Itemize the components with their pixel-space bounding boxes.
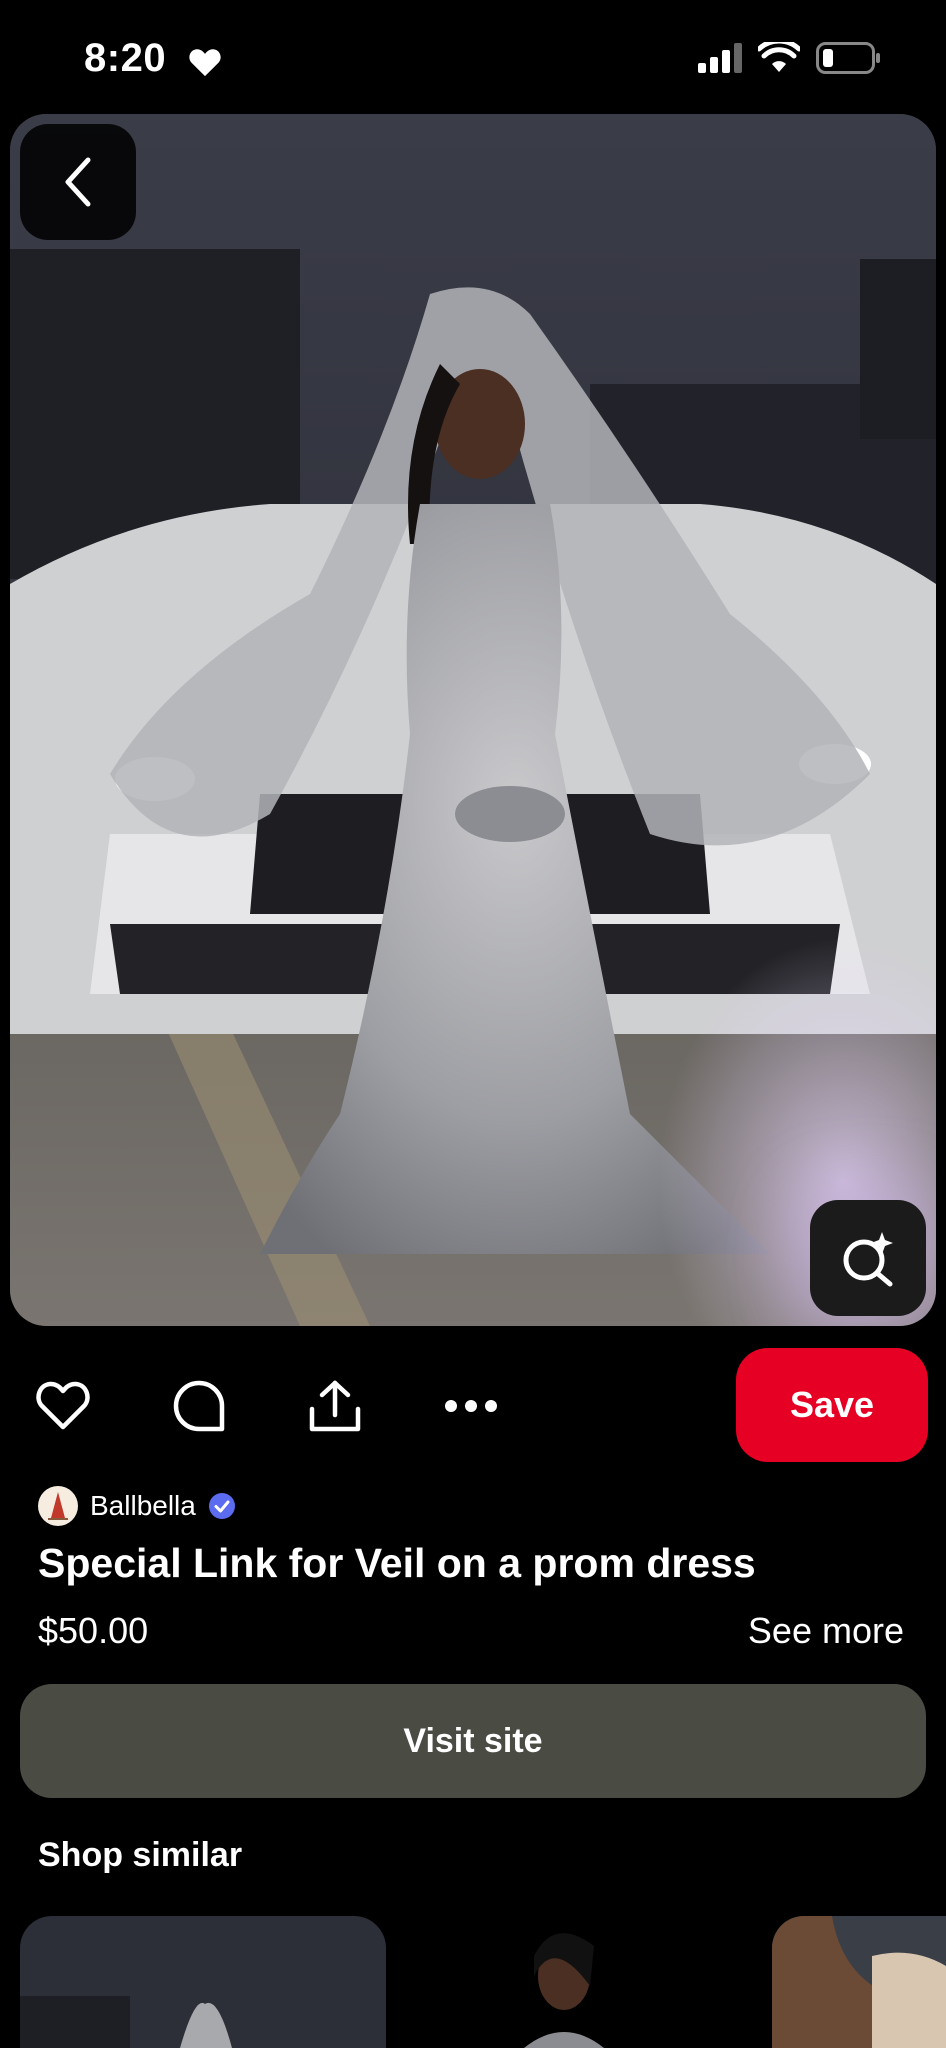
product-thumbnail bbox=[20, 1916, 386, 2048]
comment-bubble-icon bbox=[173, 1380, 225, 1432]
visual-search-button[interactable] bbox=[810, 1200, 926, 1316]
creator-row[interactable]: Ballbella bbox=[38, 1484, 236, 1528]
shop-similar-item[interactable] bbox=[404, 1916, 770, 2048]
ellipsis-icon bbox=[445, 1400, 497, 1412]
product-thumbnail bbox=[772, 1916, 946, 2048]
verified-badge-icon bbox=[208, 1493, 235, 1519]
pin-price: $50.00 bbox=[38, 1610, 149, 1651]
shop-similar-item[interactable] bbox=[772, 1916, 946, 2048]
more-options-button[interactable] bbox=[441, 1376, 501, 1436]
pin-actions: Save bbox=[0, 1346, 946, 1466]
status-bar: 8:20 bbox=[0, 0, 946, 112]
pin-title: Special Link for Veil on a prom dress bbox=[38, 1540, 756, 1586]
comment-button[interactable] bbox=[169, 1376, 229, 1436]
status-time: 8:20 bbox=[84, 36, 167, 80]
visit-site-button[interactable]: Visit site bbox=[20, 1684, 926, 1798]
chevron-left-icon bbox=[65, 157, 91, 207]
creator-avatar[interactable] bbox=[38, 1486, 78, 1526]
pin-image[interactable] bbox=[10, 114, 936, 1326]
like-button[interactable] bbox=[33, 1376, 93, 1436]
pin-photo bbox=[10, 114, 936, 1326]
shop-similar-heading: Shop similar bbox=[38, 1836, 243, 1874]
wifi-icon bbox=[758, 42, 800, 72]
see-more-link[interactable]: See more bbox=[748, 1610, 904, 1652]
heart-status-icon bbox=[189, 49, 221, 77]
share-upload-icon bbox=[309, 1380, 361, 1432]
back-button[interactable] bbox=[20, 124, 136, 240]
battery-icon bbox=[816, 42, 880, 74]
save-button[interactable]: Save bbox=[736, 1348, 928, 1462]
signal-icon bbox=[698, 43, 742, 73]
shop-similar-item[interactable] bbox=[20, 1916, 386, 2048]
heart-icon bbox=[36, 1381, 90, 1430]
lens-sparkle-icon bbox=[843, 1232, 893, 1287]
status-indicators bbox=[698, 42, 882, 74]
creator-name[interactable]: Ballbella bbox=[90, 1490, 196, 1522]
ballbella-logo-icon bbox=[48, 1492, 68, 1520]
share-button[interactable] bbox=[305, 1376, 365, 1436]
product-thumbnail bbox=[404, 1916, 770, 2048]
